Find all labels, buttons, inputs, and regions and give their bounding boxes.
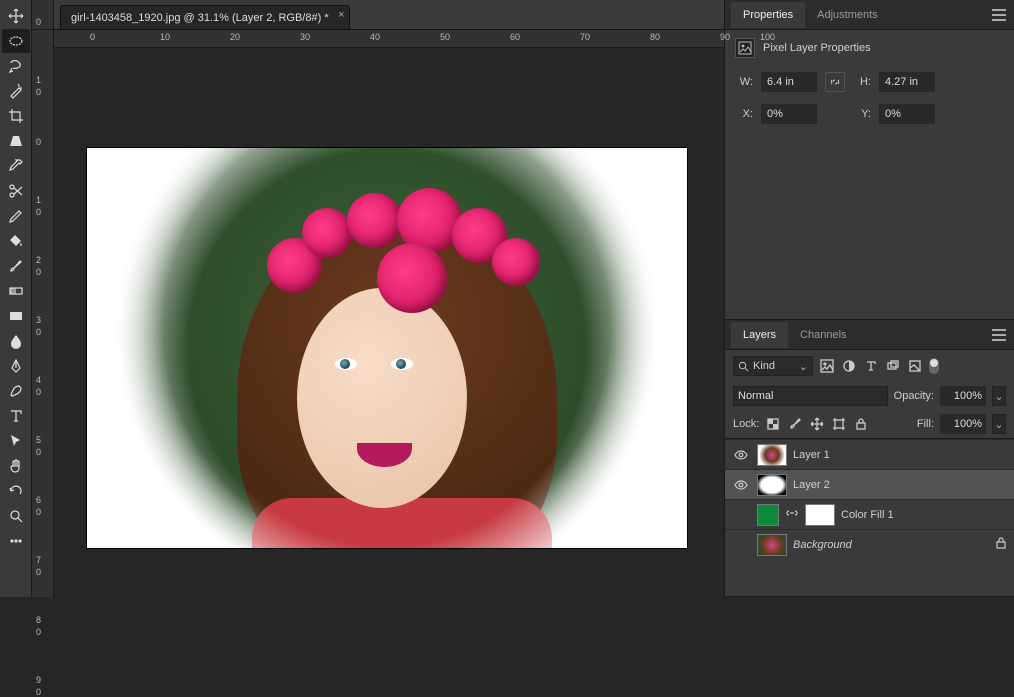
tab-channels[interactable]: Channels: [788, 322, 858, 348]
layer-thumbnail: [757, 444, 787, 466]
search-icon: [738, 361, 749, 372]
magic-wand-tool[interactable]: [2, 79, 30, 103]
layer-row[interactable]: Background: [725, 529, 1014, 559]
scissors-tool[interactable]: [2, 179, 30, 203]
freeform-pen-tool[interactable]: [2, 379, 30, 403]
tab-layers[interactable]: Layers: [731, 322, 788, 348]
horizontal-ruler[interactable]: 0102030405060708090100: [54, 30, 724, 48]
brush-tool[interactable]: [2, 254, 30, 278]
x-input[interactable]: [761, 104, 817, 124]
properties-title: Pixel Layer Properties: [763, 42, 871, 54]
type-tool[interactable]: [2, 404, 30, 428]
filter-adjustment-icon[interactable]: [841, 358, 857, 374]
layer-row[interactable]: Color Fill 1: [725, 499, 1014, 529]
layer-link-icon[interactable]: [785, 506, 799, 523]
blend-mode-select[interactable]: Normal: [733, 386, 888, 406]
toolbar-more[interactable]: [2, 529, 30, 553]
layer-name[interactable]: Layer 1: [793, 449, 1008, 461]
layer-name[interactable]: Layer 2: [793, 479, 1008, 491]
filter-type-icon[interactable]: [863, 358, 879, 374]
lock-label: Lock:: [733, 418, 759, 430]
layer-visibility-icon[interactable]: [731, 448, 751, 462]
vertical-ruler[interactable]: 0100102030405060708090: [32, 30, 54, 597]
tool-palette: [0, 0, 32, 597]
artboard: [87, 148, 687, 548]
filter-toggle[interactable]: [929, 358, 939, 374]
lock-transparency-icon[interactable]: [765, 416, 781, 432]
layer-mask-thumbnail: [805, 504, 835, 526]
panel-menu-icon[interactable]: [992, 329, 1006, 341]
tab-adjustments[interactable]: Adjustments: [805, 2, 890, 28]
gradient-tool[interactable]: [2, 279, 30, 303]
height-input[interactable]: [879, 72, 935, 92]
layer-name[interactable]: Color Fill 1: [841, 509, 1008, 521]
filter-pixel-icon[interactable]: [819, 358, 835, 374]
tab-properties[interactable]: Properties: [731, 2, 805, 28]
layer-name[interactable]: Background: [793, 539, 988, 551]
pencil-tool[interactable]: [2, 204, 30, 228]
layer-thumbnail: [757, 474, 787, 496]
photo-vignette: [87, 148, 687, 548]
document-tabbar: girl-1403458_1920.jpg @ 31.1% (Layer 2, …: [54, 0, 724, 30]
properties-panel: Properties Adjustments Pixel Layer Prope…: [725, 0, 1014, 320]
lasso-tool[interactable]: [2, 54, 30, 78]
rectangle-tool[interactable]: [2, 304, 30, 328]
layer-filter-select[interactable]: Kind ⌄: [733, 356, 813, 376]
pixel-layer-icon: [735, 38, 755, 58]
marquee-ellipse-tool[interactable]: [2, 29, 30, 53]
blur-tool[interactable]: [2, 329, 30, 353]
vertical-ruler-column: 0100102030405060708090: [32, 0, 54, 597]
canvas[interactable]: [54, 48, 724, 597]
x-label: X:: [735, 108, 753, 120]
lock-artboard-icon[interactable]: [831, 416, 847, 432]
paint-bucket-tool[interactable]: [2, 229, 30, 253]
layer-list: Layer 1 Layer 2 Color Fill 1 Background: [725, 439, 1014, 559]
y-input[interactable]: [879, 104, 935, 124]
rotate-view-tool[interactable]: [2, 479, 30, 503]
path-selection-tool[interactable]: [2, 429, 30, 453]
zoom-tool[interactable]: [2, 504, 30, 528]
lock-all-icon[interactable]: [853, 416, 869, 432]
document-tab-title: girl-1403458_1920.jpg @ 31.1% (Layer 2, …: [71, 12, 329, 24]
hand-tool[interactable]: [2, 454, 30, 478]
move-tool[interactable]: [2, 4, 30, 28]
width-label: W:: [735, 76, 753, 88]
crop-tool[interactable]: [2, 104, 30, 128]
layer-filter-bar: Kind ⌄: [725, 350, 1014, 382]
layers-tabs: Layers Channels: [725, 320, 1014, 350]
layer-row[interactable]: Layer 2: [725, 469, 1014, 499]
document-tab[interactable]: girl-1403458_1920.jpg @ 31.1% (Layer 2, …: [60, 5, 350, 29]
lock-position-icon[interactable]: [809, 416, 825, 432]
perspective-crop-tool[interactable]: [2, 129, 30, 153]
filter-shape-icon[interactable]: [885, 358, 901, 374]
y-label: Y:: [853, 108, 871, 120]
fill-label: Fill:: [917, 418, 934, 430]
layers-panel: Layers Channels Kind ⌄ Normal: [725, 320, 1014, 597]
properties-tabs: Properties Adjustments: [725, 0, 1014, 30]
filter-type-label: Kind: [753, 360, 775, 372]
eyedropper-tool[interactable]: [2, 154, 30, 178]
layer-thumbnail: [757, 534, 787, 556]
lock-image-icon[interactable]: [787, 416, 803, 432]
layer-row[interactable]: Layer 1: [725, 439, 1014, 469]
fill-caret-icon[interactable]: ⌄: [992, 414, 1006, 434]
properties-header: Pixel Layer Properties: [735, 38, 1004, 58]
filter-smartobject-icon[interactable]: [907, 358, 923, 374]
height-label: H:: [853, 76, 871, 88]
lock-icon: [994, 536, 1008, 553]
opacity-input[interactable]: [940, 386, 986, 406]
fill-input[interactable]: [940, 414, 986, 434]
layer-visibility-icon[interactable]: [731, 478, 751, 492]
opacity-label: Opacity:: [894, 390, 934, 402]
link-dimensions-icon[interactable]: [825, 72, 845, 92]
close-icon[interactable]: ×: [338, 9, 344, 21]
pen-tool[interactable]: [2, 354, 30, 378]
opacity-caret-icon[interactable]: ⌄: [992, 386, 1006, 406]
panel-menu-icon[interactable]: [992, 9, 1006, 21]
layer-thumbnail: [757, 504, 779, 526]
width-input[interactable]: [761, 72, 817, 92]
